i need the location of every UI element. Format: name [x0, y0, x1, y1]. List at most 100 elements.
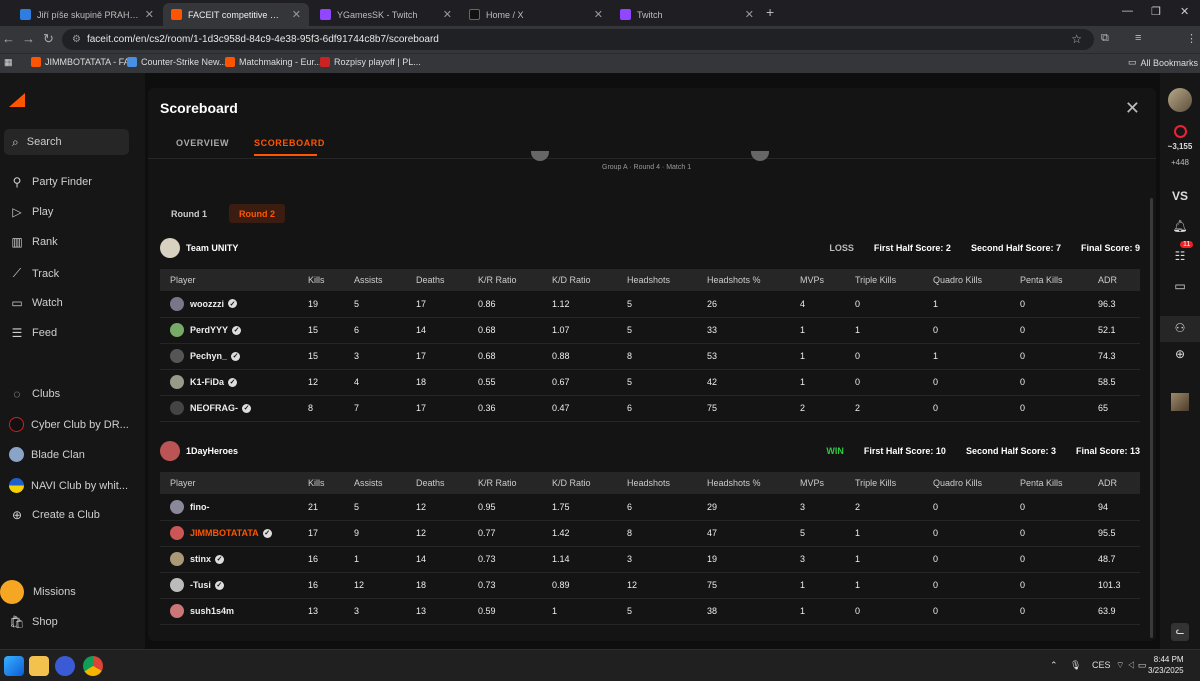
browser-tab[interactable]: YGamesSK - Twitch ✕ — [312, 3, 460, 26]
player[interactable]: NEOFRAG- ✓ — [170, 401, 298, 415]
nav-clubs[interactable]: ◌ Clubs — [9, 387, 60, 401]
minimize-icon[interactable]: — — [1122, 5, 1133, 17]
player[interactable]: PerdYYY ✓ — [170, 323, 298, 337]
url-bar[interactable]: ⚙ faceit.com/en/cs2/room/1-1d3c958d-84c9… — [62, 29, 1094, 50]
party-icon[interactable]: ⚇ — [1160, 316, 1200, 342]
close-tab-icon[interactable]: ✕ — [145, 8, 154, 21]
table-row[interactable]: stinx ✓ 16 1 14 0.73 1.14 3 19 3 1 0 0 48.7 — [160, 546, 1140, 573]
table-row[interactable]: fino- 21 5 12 0.95 1.75 6 29 3 2 0 0 94 — [160, 494, 1140, 521]
user-avatar[interactable] — [1168, 88, 1192, 112]
bell-icon[interactable]: 🔔︎ — [1160, 219, 1200, 233]
windows-start-icon[interactable] — [4, 656, 24, 676]
close-tab-icon[interactable]: ✕ — [443, 8, 452, 21]
club-item[interactable]: Blade Clan — [9, 447, 85, 462]
nav-party-finder[interactable]: ⚲ Party Finder — [9, 175, 92, 189]
nav-rank[interactable]: ▥ Rank — [9, 235, 57, 249]
all-bookmarks[interactable]: ▭ All Bookmarks — [1128, 57, 1198, 68]
nav-play[interactable]: ▷ Play — [9, 205, 53, 219]
player-name[interactable]: PerdYYY — [190, 325, 228, 335]
new-tab-button[interactable]: + — [766, 4, 774, 20]
table-row[interactable]: NEOFRAG- ✓ 8 7 17 0.36 0.47 6 75 2 2 0 0 65 — [160, 395, 1140, 422]
microphone-icon[interactable]: 🎙︎ — [1070, 660, 1081, 671]
bookmark-item[interactable]: Counter-Strike New... — [127, 57, 227, 67]
player[interactable]: fino- — [170, 499, 298, 514]
media-icon[interactable]: ≡ — [1135, 32, 1141, 44]
player[interactable]: Pechyn_ ✓ — [170, 349, 298, 363]
round-1-button[interactable]: Round 1 — [161, 204, 217, 223]
wifi-volume-icons[interactable]: ⌔ ◁ ▭ — [1116, 660, 1146, 671]
close-tab-icon[interactable]: ✕ — [745, 8, 754, 21]
nav-feed[interactable]: ☰ Feed — [9, 326, 57, 340]
file-explorer-icon[interactable] — [29, 656, 49, 676]
reload-icon[interactable]: ↻ — [43, 31, 54, 47]
bookmark-item[interactable]: Rozpisy playoff | PL... — [320, 57, 421, 67]
browser-tab[interactable]: Twitch ✕ — [612, 3, 762, 26]
bookmark-star-icon[interactable]: ☆ — [1071, 32, 1082, 46]
player-avatar[interactable] — [170, 552, 184, 566]
chat-icon[interactable]: ▭ — [1160, 279, 1200, 293]
table-row[interactable]: woozzzi ✓ 19 5 17 0.86 1.12 5 26 4 0 1 0 96.3 — [160, 291, 1140, 318]
site-info-icon[interactable]: ⚙ — [72, 34, 81, 45]
table-row[interactable]: K1-FiDa ✓ 12 4 18 0.55 0.67 5 42 1 0 0 0 58.5 — [160, 369, 1140, 396]
player[interactable]: K1-FiDa ✓ — [170, 375, 298, 389]
table-row[interactable]: Pechyn_ ✓ 15 3 17 0.68 0.88 8 53 1 0 1 0 74.3 — [160, 343, 1140, 370]
player[interactable]: stinx ✓ — [170, 552, 298, 566]
browser-tab-active[interactable]: FACEIT competitive match - FACEIT ✕ — [163, 3, 309, 26]
player-name[interactable]: NEOFRAG- — [190, 403, 238, 413]
player-name[interactable]: fino- — [190, 502, 210, 512]
player-avatar[interactable] — [170, 499, 184, 514]
bookmark-item[interactable]: Matchmaking - Eur... — [225, 57, 322, 67]
close-window-icon[interactable]: ✕ — [1180, 5, 1189, 18]
friend-avatar[interactable] — [1160, 393, 1200, 414]
forward-icon[interactable]: → — [22, 31, 35, 46]
nav-track[interactable]: ⟋ Track — [9, 266, 59, 281]
player-name[interactable]: woozzzi — [190, 299, 224, 309]
player-name[interactable]: Pechyn_ — [190, 351, 227, 361]
nav-missions[interactable]: Missions — [0, 580, 76, 604]
add-icon[interactable]: ⊕ — [1160, 347, 1200, 361]
nav-watch[interactable]: ▭ Watch — [9, 296, 62, 310]
table-row[interactable]: JIMMBOTATATA ✓ 17 9 12 0.77 1.42 8 47 5 1 0 0 95.5 — [160, 520, 1140, 547]
close-icon[interactable]: ✕ — [1125, 98, 1140, 119]
player[interactable]: JIMMBOTATATA ✓ — [170, 526, 298, 540]
player-avatar[interactable] — [170, 401, 184, 415]
browser-tab[interactable]: Home / X ✕ — [461, 3, 611, 26]
player-avatar[interactable] — [170, 323, 184, 337]
player[interactable]: sush1s4m — [170, 604, 298, 618]
table-row[interactable]: sush1s4m 13 3 13 0.59 1 5 38 1 0 0 0 63.9 — [160, 598, 1140, 625]
create-club-button[interactable]: ⊕ Create a Club — [9, 508, 100, 522]
maximize-icon[interactable]: ❐ — [1151, 5, 1161, 18]
extensions-icon[interactable]: ⧉ — [1101, 32, 1109, 45]
table-row[interactable]: PerdYYY ✓ 15 6 14 0.68 1.07 5 33 1 1 0 0 52.1 — [160, 317, 1140, 344]
player-avatar[interactable] — [170, 375, 184, 389]
apps-icon[interactable]: ▦ — [4, 57, 13, 68]
tab-scoreboard[interactable]: SCOREBOARD — [254, 138, 325, 148]
taskbar-clock[interactable]: 8:44 PM 3/23/2025 — [1148, 654, 1184, 676]
vs-button[interactable]: VS — [1160, 189, 1200, 203]
tray-chevron-icon[interactable]: ⌃ — [1050, 660, 1058, 671]
round-2-button[interactable]: Round 2 — [229, 204, 285, 223]
bookmark-item[interactable]: JIMMBOTATATA - FA... — [31, 57, 137, 67]
faceit-client-icon[interactable]: ᓚ — [1160, 623, 1200, 641]
player-avatar[interactable] — [170, 604, 184, 618]
close-tab-icon[interactable]: ✕ — [292, 8, 301, 21]
club-item[interactable]: NAVI Club by whit... — [9, 478, 128, 493]
back-icon[interactable]: ← — [2, 31, 15, 46]
tab-overview[interactable]: OVERVIEW — [176, 138, 229, 148]
player-name[interactable]: K1-FiDa — [190, 377, 224, 387]
player-avatar[interactable] — [170, 296, 184, 311]
player[interactable]: -Tusi ✓ — [170, 578, 298, 592]
scrollbar[interactable] — [1150, 198, 1153, 638]
app-icon[interactable] — [55, 656, 75, 676]
menu-icon[interactable]: ⋮ — [1186, 32, 1197, 45]
table-row[interactable]: -Tusi ✓ 16 12 18 0.73 0.89 12 75 1 1 0 0 101.3 — [160, 572, 1140, 599]
search-button[interactable]: ⌕ Search — [4, 129, 129, 155]
player-name[interactable]: stinx — [190, 554, 211, 564]
chrome-icon[interactable] — [83, 656, 103, 676]
player-name[interactable]: -Tusi — [190, 580, 211, 590]
player-avatar[interactable] — [170, 526, 184, 540]
player-avatar[interactable] — [170, 578, 184, 592]
club-item[interactable]: Cyber Club by DR... — [9, 417, 129, 432]
player-name[interactable]: JIMMBOTATATA — [190, 528, 259, 538]
friends-icon[interactable]: ☷ — [1160, 249, 1200, 263]
